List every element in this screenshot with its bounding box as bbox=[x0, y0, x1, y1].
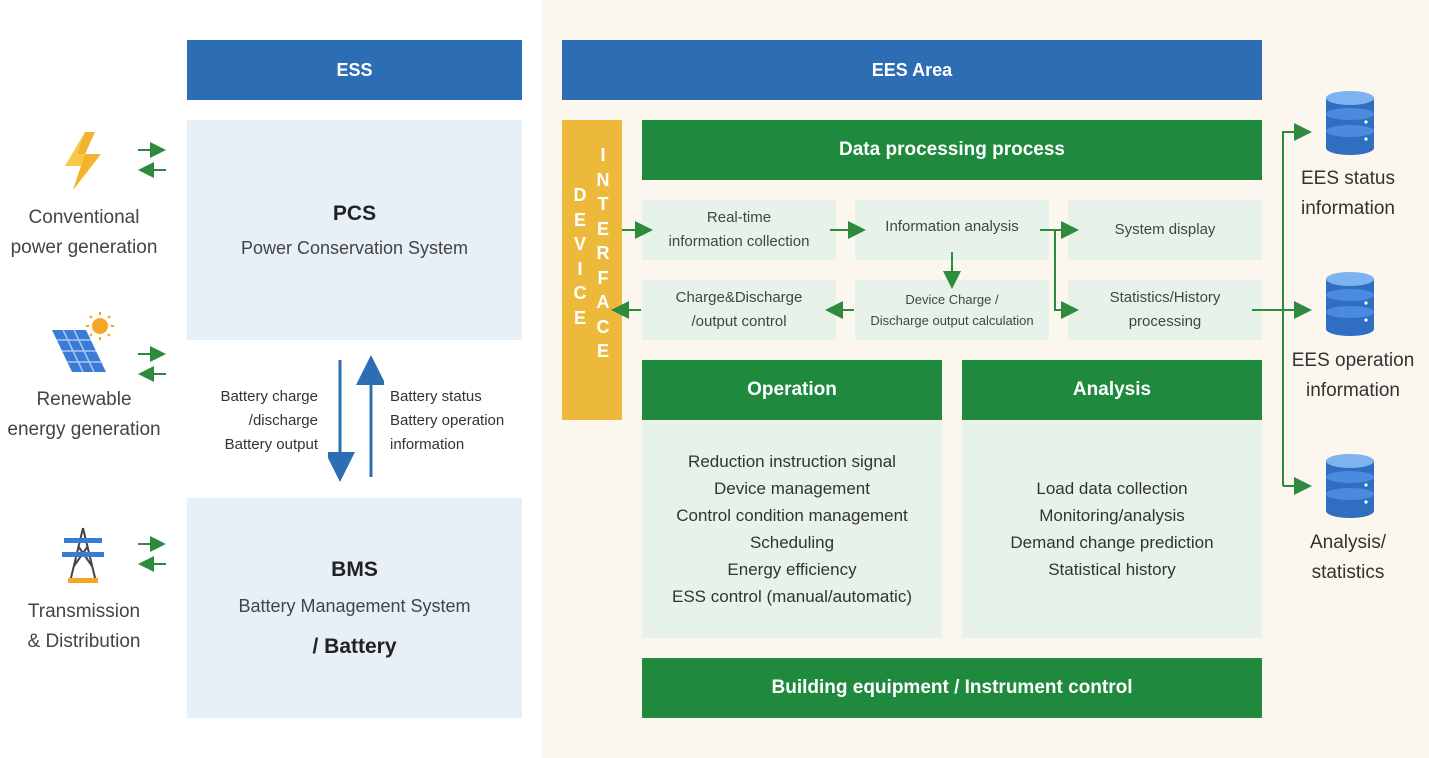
building-control-bar: Building equipment / Instrument control bbox=[642, 658, 1262, 718]
battery-status-text: Battery status Battery operation informati… bbox=[390, 388, 505, 453]
list-item: Load data collection bbox=[1036, 479, 1188, 498]
battery-label: / Battery bbox=[312, 634, 397, 658]
db-label-operation: EES operation information bbox=[1291, 350, 1415, 401]
solar-panel-icon bbox=[48, 312, 116, 376]
analysis-list: Load data collection Monitoring/analysis… bbox=[962, 420, 1262, 638]
list-item: Demand change prediction bbox=[1010, 533, 1214, 552]
list-item: Scheduling bbox=[749, 533, 835, 552]
list-item: ESS control (manual/automatic) bbox=[672, 587, 912, 606]
source-exchange-arrows bbox=[138, 142, 166, 572]
list-item: Monitoring/analysis bbox=[1039, 506, 1185, 525]
database-icon bbox=[1324, 90, 1376, 156]
bms-subtitle: Battery Management System bbox=[238, 595, 471, 616]
transmission-tower-icon bbox=[58, 526, 108, 584]
pcs-title: PCS bbox=[332, 201, 377, 225]
ees-area-header: EES Area bbox=[562, 40, 1262, 100]
list-item: Statistical history bbox=[1048, 560, 1176, 579]
data-processing-header: Data processing process bbox=[642, 120, 1262, 180]
db-label-analysis: Analysis/statistics bbox=[1309, 532, 1387, 583]
ess-header: ESS bbox=[187, 40, 522, 100]
device-label: DEVICE bbox=[573, 185, 587, 328]
pcs-subtitle: Power Conservation System bbox=[240, 237, 469, 258]
list-item: Control condition management bbox=[676, 506, 908, 525]
database-icon bbox=[1324, 453, 1376, 519]
db-label-status: EES status information bbox=[1301, 168, 1395, 219]
analysis-header: Analysis bbox=[962, 360, 1262, 420]
database-icon bbox=[1324, 271, 1376, 337]
lightning-icon bbox=[55, 128, 115, 194]
pcs-box: PCS Power Conservation System bbox=[187, 120, 522, 340]
battery-charge-text: Battery charge/discharge Battery output bbox=[220, 388, 318, 453]
operation-header: Operation bbox=[642, 360, 942, 420]
list-item: Energy efficiency bbox=[727, 560, 857, 579]
bms-title: BMS bbox=[331, 557, 378, 581]
list-item: Reduction instruction signal bbox=[688, 452, 896, 471]
source-label-transmission: Transmission & Distribution bbox=[27, 601, 141, 652]
operation-list: Reduction instruction signal Device mana… bbox=[642, 420, 942, 638]
list-item: Device management bbox=[714, 479, 870, 498]
bms-box: BMS Battery Management System / Battery bbox=[187, 498, 522, 718]
pcs-bms-arrows bbox=[328, 355, 384, 482]
